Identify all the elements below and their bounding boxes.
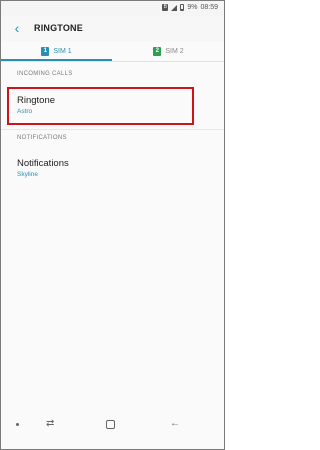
tab-sim-1-label: SIM 1 (53, 48, 72, 55)
section-header-incoming-calls: INCOMING CALLS (17, 71, 73, 77)
sim-1-badge-icon: 1 (41, 47, 50, 56)
home-icon[interactable] (106, 420, 115, 429)
recents-icon[interactable]: ⇄ (46, 419, 54, 429)
notifications-label: Notifications (17, 158, 69, 169)
section-header-notifications: NOTIFICATIONS (17, 135, 67, 141)
battery-percent: 9% (187, 4, 198, 11)
notifications-setting[interactable]: Notifications Skyline (17, 158, 69, 178)
sim-2-badge-icon: 2 (153, 47, 162, 56)
signal-icon (171, 4, 178, 11)
tab-sim-2-label: SIM 2 (165, 48, 184, 55)
page-title: RINGTONE (34, 23, 83, 33)
battery-icon (180, 4, 185, 11)
screen: B 9% 08:59 ‹ RINGTONE 1 SIM 1 2 SIM 2 IN… (0, 0, 225, 450)
app-bar: ‹ RINGTONE (1, 16, 224, 42)
highlight-box (7, 87, 194, 125)
notifications-value: Skyline (17, 171, 38, 178)
clock: 08:59 (200, 4, 218, 11)
tabs-divider (1, 61, 224, 62)
section-divider (1, 129, 224, 130)
status-bar: B 9% 08:59 (1, 1, 224, 16)
navigation-bar: ⇄ ← (1, 397, 224, 449)
tab-sim-2[interactable]: 2 SIM 2 (113, 42, 224, 61)
sim-status-icon: B (162, 4, 169, 11)
dot-icon[interactable] (16, 423, 19, 426)
back-arrow-icon[interactable]: ‹ (10, 21, 24, 35)
back-icon[interactable]: ← (170, 419, 180, 429)
status-icons: B 9% 08:59 (162, 4, 218, 11)
